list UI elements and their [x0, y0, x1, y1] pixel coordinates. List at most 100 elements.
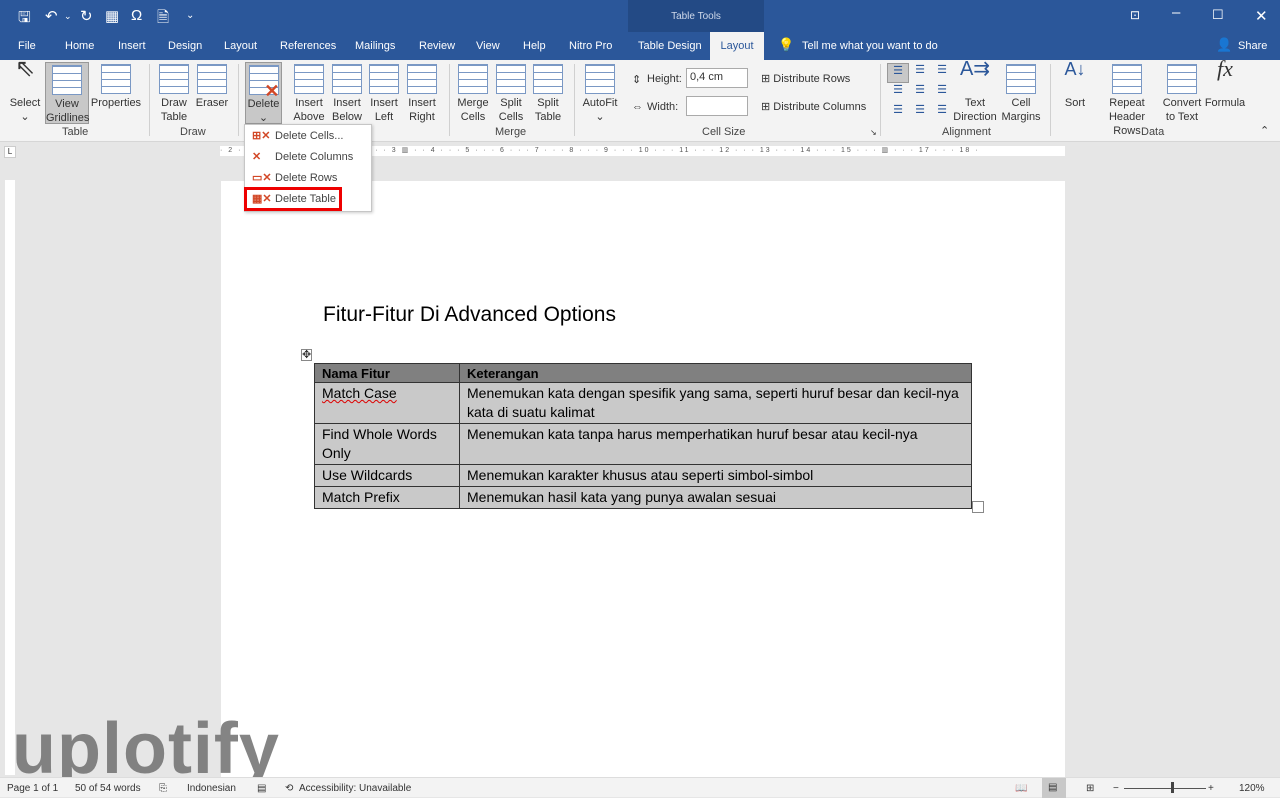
- table-cell[interactable]: Find Whole Words Only: [314, 423, 460, 465]
- distribute-columns-button[interactable]: ⊞ Distribute Columns: [761, 100, 866, 113]
- delete-button[interactable]: ✕ Delete ⌄: [245, 62, 282, 124]
- document-table[interactable]: Nama Fitur Keterangan Match Case Menemukan…: [314, 363, 972, 509]
- maximize-icon[interactable]: ☐: [1212, 7, 1224, 23]
- proofing-icon[interactable]: ⎘: [159, 783, 167, 794]
- close-icon[interactable]: ✕: [1255, 7, 1268, 25]
- tab-file[interactable]: File: [18, 40, 36, 52]
- table-cell[interactable]: Use Wildcards: [314, 464, 460, 487]
- insert-left-button[interactable]: Insert Left: [366, 62, 402, 124]
- ribbon: ⇖ Select ⌄ View Gridlines Properties Table…: [0, 57, 1280, 142]
- lightbulb-icon: 💡: [778, 37, 795, 52]
- align-middle-right-icon[interactable]: ☰: [931, 83, 953, 103]
- read-mode-icon[interactable]: 📖: [1015, 783, 1027, 794]
- insert-above-button[interactable]: Insert Above: [290, 62, 328, 124]
- collapse-ribbon-icon[interactable]: ⌃: [1260, 124, 1269, 137]
- label: Insert Above: [293, 97, 325, 123]
- select-button[interactable]: ⇖ Select ⌄: [6, 57, 44, 124]
- tab-view[interactable]: View: [476, 40, 500, 52]
- tab-selector-icon[interactable]: L: [4, 146, 16, 158]
- tell-me-input[interactable]: Tell me what you want to do: [802, 40, 938, 52]
- tab-layout[interactable]: Layout: [224, 40, 257, 52]
- height-input[interactable]: 0,4 cm: [686, 68, 748, 88]
- customize-icon[interactable]: ⌄: [186, 10, 194, 21]
- tab-mailings[interactable]: Mailings: [355, 40, 395, 52]
- vertical-ruler[interactable]: [5, 180, 15, 775]
- sort-button[interactable]: A↓ Sort: [1058, 60, 1092, 110]
- zoom-in-button[interactable]: +: [1208, 783, 1214, 794]
- text-direction-button[interactable]: A⇉ Text Direction: [952, 59, 998, 124]
- insert-below-button[interactable]: Insert Below: [328, 62, 366, 124]
- save-icon[interactable]: 🖫: [18, 7, 31, 32]
- restore-ribbon-icon[interactable]: ⊡: [1130, 8, 1140, 22]
- tab-table-design[interactable]: Table Design: [638, 40, 702, 52]
- zoom-out-button[interactable]: −: [1113, 783, 1119, 794]
- properties-button[interactable]: Properties: [90, 62, 142, 110]
- page-count[interactable]: Page 1 of 1: [7, 783, 58, 794]
- macro-icon[interactable]: ▤: [257, 783, 266, 794]
- tab-review[interactable]: Review: [419, 40, 455, 52]
- zoom-slider[interactable]: [1124, 788, 1206, 789]
- undo-icon[interactable]: ↶: [45, 7, 58, 25]
- menu-item-delete-cells[interactable]: ⊞✕ Delete Cells...: [245, 126, 371, 146]
- align-bottom-left-icon[interactable]: ☰: [887, 103, 909, 123]
- align-middle-center-icon[interactable]: ☰: [909, 83, 931, 103]
- menu-item-delete-columns[interactable]: ✕ Delete Columns: [245, 147, 371, 167]
- autofit-button[interactable]: AutoFit ⌄: [580, 62, 620, 124]
- table-cell[interactable]: Match Prefix: [314, 486, 460, 509]
- table-cell[interactable]: Match Case: [322, 385, 397, 401]
- table-cell[interactable]: Menemukan kata tanpa harus memperhatikan…: [459, 423, 972, 465]
- distribute-rows-button[interactable]: ⊞ Distribute Rows: [761, 72, 850, 85]
- formula-button[interactable]: fx Formula: [1203, 58, 1247, 110]
- align-bottom-right-icon[interactable]: ☰: [931, 103, 953, 123]
- accessibility-icon[interactable]: ⟲: [285, 783, 293, 794]
- minimize-icon[interactable]: –: [1172, 4, 1180, 21]
- insert-right-button[interactable]: Insert Right: [403, 62, 441, 124]
- tab-nitro-pro[interactable]: Nitro Pro: [569, 40, 612, 52]
- language[interactable]: Indonesian: [187, 783, 236, 794]
- align-middle-left-icon[interactable]: ☰: [887, 83, 909, 103]
- merge-cells-button[interactable]: Merge Cells: [455, 62, 491, 124]
- draw-table-button[interactable]: Draw Table: [156, 62, 192, 124]
- tab-design[interactable]: Design: [168, 40, 202, 52]
- menu-item-delete-rows[interactable]: ▭✕ Delete Rows: [245, 168, 371, 188]
- print-layout-icon[interactable]: ▤: [1042, 778, 1066, 798]
- accessibility-status[interactable]: Accessibility: Unavailable: [299, 783, 411, 794]
- align-top-right-icon[interactable]: ☰: [931, 63, 953, 83]
- table-resize-handle[interactable]: [972, 501, 984, 513]
- tab-home[interactable]: Home: [65, 40, 94, 52]
- web-layout-icon[interactable]: ⊞: [1086, 783, 1094, 794]
- undo-dropdown-icon[interactable]: ⌄: [64, 11, 72, 22]
- split-table-button[interactable]: Split Table: [530, 62, 566, 124]
- table-move-handle-icon[interactable]: ✥: [301, 349, 313, 361]
- align-bottom-center-icon[interactable]: ☰: [909, 103, 931, 123]
- width-input[interactable]: [686, 96, 748, 116]
- document-icon[interactable]: 🗎: [157, 7, 169, 32]
- table-cell[interactable]: Menemukan hasil kata yang punya awalan s…: [459, 486, 972, 509]
- header-cell[interactable]: Keterangan: [459, 363, 972, 383]
- cell-margins-button[interactable]: Cell Margins: [1000, 62, 1042, 124]
- word-count[interactable]: 50 of 54 words: [75, 783, 141, 794]
- table-cell[interactable]: Menemukan kata dengan spesifik yang sama…: [459, 382, 972, 424]
- label: Merge Cells: [457, 97, 489, 123]
- tab-references[interactable]: References: [280, 40, 336, 52]
- split-table-icon: [533, 64, 563, 94]
- split-cells-button[interactable]: Split Cells: [493, 62, 529, 124]
- convert-to-text-button[interactable]: Convert to Text: [1160, 62, 1204, 124]
- omega-icon[interactable]: Ω: [131, 7, 142, 24]
- tab-insert[interactable]: Insert: [118, 40, 146, 52]
- zoom-level[interactable]: 120%: [1239, 783, 1265, 794]
- tab-help[interactable]: Help: [523, 40, 546, 52]
- zoom-slider-thumb[interactable]: [1171, 782, 1174, 793]
- table-cell[interactable]: Menemukan karakter khusus atau seperti s…: [459, 464, 972, 487]
- tab-table-layout[interactable]: Layout: [710, 32, 764, 60]
- header-cell[interactable]: Nama Fitur: [314, 363, 460, 383]
- align-top-center-icon[interactable]: ☰: [909, 63, 931, 83]
- eraser-button[interactable]: Eraser: [194, 62, 230, 110]
- table-icon[interactable]: ▦: [105, 7, 119, 25]
- convert-to-text-icon: [1167, 64, 1197, 94]
- cell-size-launcher-icon[interactable]: ↘: [870, 128, 877, 137]
- align-top-left-icon[interactable]: ☰: [887, 63, 909, 83]
- share-button[interactable]: Share: [1238, 40, 1267, 52]
- redo-icon[interactable]: ↻: [80, 7, 93, 25]
- view-gridlines-button[interactable]: View Gridlines: [45, 62, 89, 124]
